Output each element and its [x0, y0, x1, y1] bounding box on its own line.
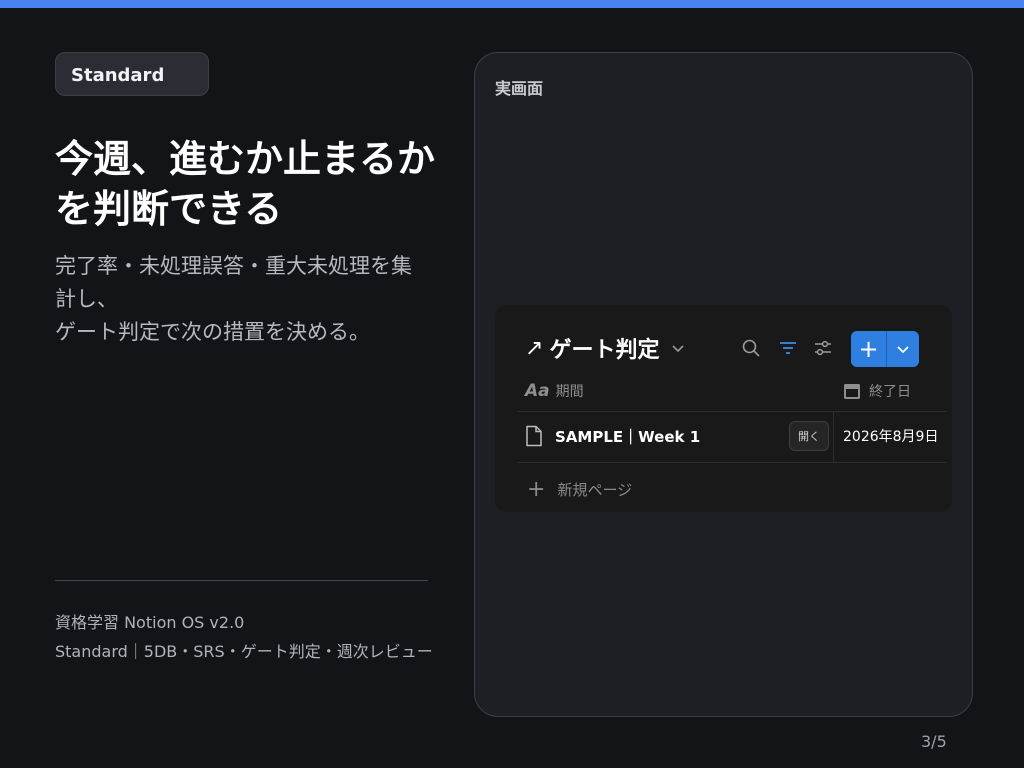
- column-header-period[interactable]: Aa 期間: [525, 381, 584, 401]
- new-page-row[interactable]: + 新規ページ: [527, 477, 632, 502]
- text-property-icon: Aa: [525, 381, 550, 401]
- table-row[interactable]: SAMPLE｜Week 1: [525, 423, 700, 449]
- description-line-2: 計し、: [55, 287, 118, 311]
- description-line-1: 完了率・未処理誤答・重大未処理を集: [55, 254, 412, 278]
- open-button[interactable]: 開く: [789, 421, 829, 451]
- column-header-end-date[interactable]: 終了日: [843, 381, 911, 401]
- plan-badge: Standard: [55, 52, 209, 96]
- headline-line-1: 今週、進むか止まるか: [55, 137, 436, 181]
- description: 完了率・未処理誤答・重大未処理を集 計し、 ゲート判定で次の措置を決める。: [55, 250, 445, 349]
- column-label-period: 期間: [555, 384, 584, 400]
- screen-label: 実画面: [495, 79, 544, 98]
- footer-divider: [55, 580, 428, 581]
- top-accent-bar: [0, 0, 1024, 8]
- table-divider: [517, 462, 947, 463]
- database-view: ↗ ゲート判定 + Aa 期間 終了日 SAMPLE｜Week 1 開く 202…: [495, 305, 952, 512]
- calendar-icon: [844, 384, 860, 399]
- chevron-down-icon[interactable]: [671, 341, 685, 355]
- new-button-plus[interactable]: +: [851, 331, 887, 367]
- table-divider: [517, 411, 947, 412]
- chevron-down-icon: [897, 346, 909, 354]
- database-title: ゲート判定: [549, 338, 660, 363]
- plus-icon: +: [527, 477, 546, 502]
- column-divider: [833, 411, 834, 462]
- headline: 今週、進むか止まるか を判断できる: [55, 134, 455, 234]
- screenshot-frame: 実画面 ↗ ゲート判定 + Aa 期間 終了日 SAMPLE｜Week 1 開く…: [474, 52, 973, 717]
- new-button-dropdown[interactable]: [887, 331, 919, 367]
- new-page-label: 新規ページ: [557, 481, 633, 499]
- row-end-date: 2026年8月9日: [843, 429, 939, 445]
- description-line-3: ゲート判定で次の措置を決める。: [55, 320, 370, 344]
- arrow-up-right-icon: ↗: [525, 335, 544, 361]
- footer-product: 資格学習 Notion OS v2.0: [55, 613, 245, 632]
- footer-features: Standard｜5DB・SRS・ゲート判定・週次レビュー: [55, 642, 433, 661]
- row-title[interactable]: SAMPLE｜Week 1: [555, 426, 700, 447]
- sliders-icon[interactable]: [813, 338, 833, 358]
- filter-icon[interactable]: [778, 338, 798, 358]
- search-icon[interactable]: [741, 338, 761, 358]
- page-number: 3/5: [921, 732, 947, 751]
- headline-line-2: を判断できる: [55, 187, 283, 231]
- database-title-row[interactable]: ↗ ゲート判定: [525, 333, 685, 363]
- page-icon: [526, 425, 542, 447]
- new-button[interactable]: +: [851, 331, 919, 367]
- column-label-end-date: 終了日: [869, 384, 911, 400]
